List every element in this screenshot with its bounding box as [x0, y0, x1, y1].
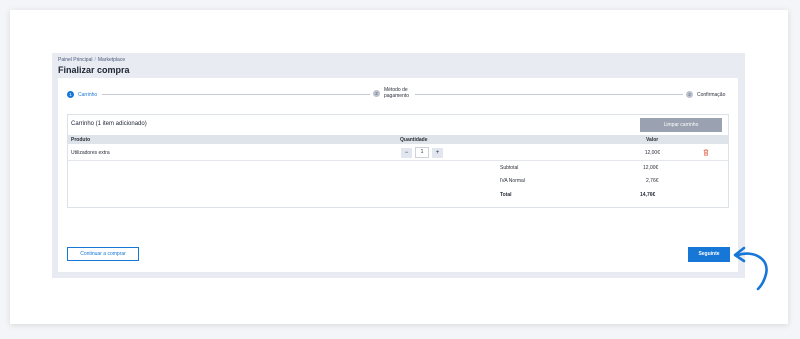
step-payment-method: 2 Método de pagamento [373, 87, 409, 99]
column-product: Produto [71, 136, 91, 143]
step-number: 2 [373, 89, 380, 97]
table-header: Produto Quantidade Valor [68, 135, 728, 144]
cart-summary: Subtotal 12,00€ IVA Normal 2,76€ Total 1… [68, 161, 728, 198]
breadcrumb: Painel Principal / Marketplace [58, 57, 125, 63]
step-label-line: pagamento [384, 93, 410, 99]
step-cart: 1 Carrinho [67, 91, 97, 98]
cart-box: Carrinho (1 item adicionado) Limpar carr… [67, 114, 729, 208]
quantity-input[interactable]: 1 [415, 147, 429, 158]
total-value: 14,76€ [640, 192, 656, 198]
checkout-card: 1 Carrinho 2 Método de pagamento 2 Confi… [58, 78, 738, 272]
decrease-quantity-button[interactable]: − [401, 147, 412, 158]
tax-label: IVA Normal [500, 178, 525, 184]
step-connector-1 [102, 94, 370, 95]
step-number: 2 [686, 91, 693, 98]
tax-value: 2,76€ [646, 178, 659, 184]
column-quantity: Quantidade [400, 136, 428, 143]
curved-arrow-icon [733, 246, 768, 291]
step-number: 1 [67, 91, 74, 98]
next-button[interactable]: Seguinte [688, 247, 730, 262]
cart-title: Carrinho (1 item adicionado) [71, 121, 147, 127]
increase-quantity-button[interactable]: + [432, 147, 443, 158]
subtotal-value: 12,00€ [643, 165, 659, 171]
table-row: Utilizadores extra − 1 + 12,00€ [68, 144, 728, 161]
breadcrumb-home[interactable]: Painel Principal [58, 57, 92, 63]
page-title: Finalizar compra [58, 65, 130, 75]
step-confirmation: 2 Confirmação [686, 91, 725, 98]
quantity-stepper: − 1 + [401, 147, 443, 158]
step-connector-2 [415, 94, 683, 95]
breadcrumb-current: Marketplace [97, 57, 126, 63]
continue-shopping-button[interactable]: Continuar a comprar [67, 247, 139, 261]
product-name: Utilizadores extra [71, 150, 110, 156]
step-label: Método de pagamento [384, 87, 409, 99]
step-label: Confirmação [697, 91, 726, 98]
clear-cart-button[interactable]: Limpar carrinho [640, 118, 722, 132]
breadcrumb-separator: / [94, 57, 96, 63]
item-value: 12,00€ [644, 150, 660, 156]
trash-icon[interactable] [703, 149, 709, 156]
step-label: Carrinho [78, 91, 98, 98]
subtotal-label: Subtotal [500, 165, 519, 171]
total-label: Total [500, 192, 512, 198]
column-value: Valor [646, 136, 659, 143]
